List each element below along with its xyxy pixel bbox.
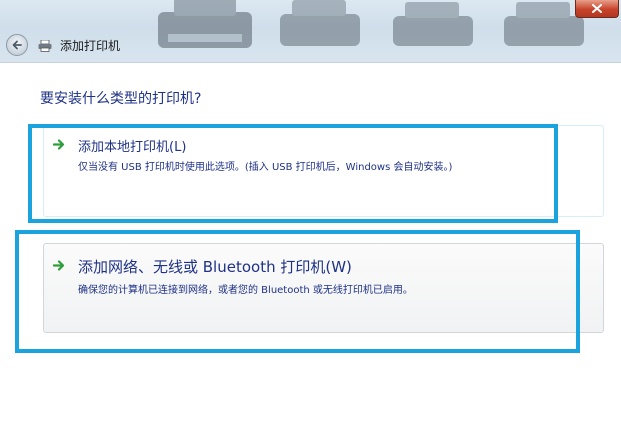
add-network-printer-option[interactable]: 添加网络、无线或 Bluetooth 打印机(W) 确保您的计算机已连接到网络，…	[43, 243, 604, 333]
add-local-printer-title: 添加本地打印机(L)	[78, 140, 187, 155]
add-local-printer-description: 仅当没有 USB 打印机时使用此选项。(插入 USB 打印机后，Windows …	[78, 162, 453, 173]
close-button[interactable]	[575, 0, 619, 18]
header-printer-graphic-1	[158, 0, 252, 48]
printer-icon	[38, 40, 52, 52]
add-network-printer-title: 添加网络、无线或 Bluetooth 打印机(W)	[78, 258, 352, 276]
green-arrow-icon	[53, 260, 65, 271]
close-icon	[592, 4, 602, 13]
back-button[interactable]	[6, 34, 28, 56]
back-arrow-icon	[12, 40, 22, 50]
add-printer-window: 添加打印机 要安装什么类型的打印机? 添加本地打印机(L) 仅当没有 USB 打…	[0, 0, 621, 430]
header-printer-graphic-2	[280, 0, 360, 46]
add-local-printer-option[interactable]: 添加本地打印机(L) 仅当没有 USB 打印机时使用此选项。(插入 USB 打印…	[43, 125, 604, 217]
nav-title: 添加打印机	[60, 39, 121, 53]
header-printer-graphic-3	[393, 2, 473, 46]
title-bar: 添加打印机	[0, 0, 621, 62]
add-network-printer-description: 确保您的计算机已连接到网络，或者您的 Bluetooth 或无线打印机已启用。	[78, 285, 413, 296]
wizard-content: 要安装什么类型的打印机? 添加本地打印机(L) 仅当没有 USB 打印机时使用此…	[0, 62, 621, 430]
page-question: 要安装什么类型的打印机?	[40, 91, 202, 107]
green-arrow-icon	[53, 139, 65, 150]
